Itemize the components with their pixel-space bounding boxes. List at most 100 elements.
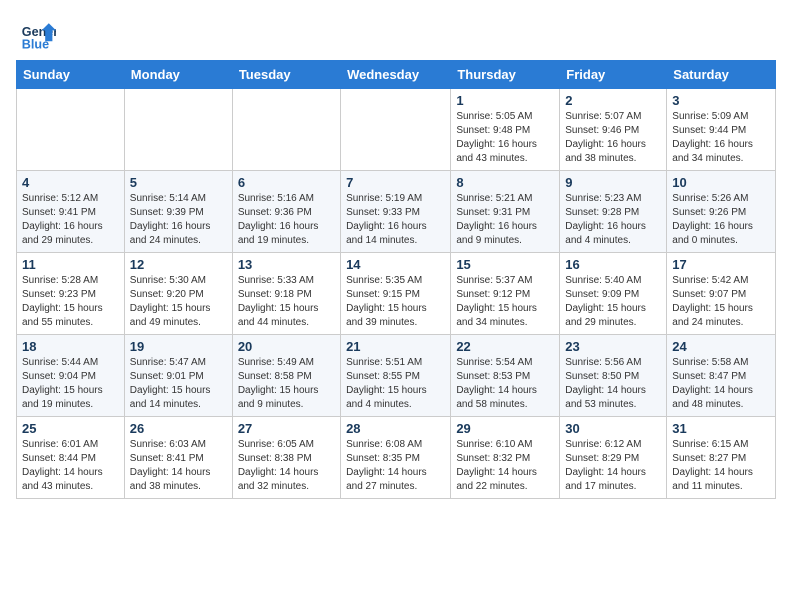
logo-icon: General Blue xyxy=(20,16,56,52)
day-number: 29 xyxy=(456,421,554,436)
calendar-cell: 7 Sunrise: 5:19 AM Sunset: 9:33 PM Daylig… xyxy=(341,171,451,253)
day-number: 20 xyxy=(238,339,335,354)
day-info: Sunrise: 5:23 AM Sunset: 9:28 PM Dayligh… xyxy=(565,192,661,248)
calendar-cell xyxy=(232,89,340,171)
day-info: Sunrise: 5:16 AM Sunset: 9:36 PM Dayligh… xyxy=(238,192,335,248)
day-number: 3 xyxy=(672,93,770,108)
day-number: 23 xyxy=(565,339,661,354)
day-number: 28 xyxy=(346,421,445,436)
day-number: 14 xyxy=(346,257,445,272)
day-info: Sunrise: 5:07 AM Sunset: 9:46 PM Dayligh… xyxy=(565,110,661,166)
day-info: Sunrise: 5:19 AM Sunset: 9:33 PM Dayligh… xyxy=(346,192,445,248)
calendar-cell: 13 Sunrise: 5:33 AM Sunset: 9:18 PM Dayli… xyxy=(232,253,340,335)
day-info: Sunrise: 5:35 AM Sunset: 9:15 PM Dayligh… xyxy=(346,274,445,330)
calendar-cell: 20 Sunrise: 5:49 AM Sunset: 8:58 PM Dayli… xyxy=(232,335,340,417)
calendar-week-4: 18 Sunrise: 5:44 AM Sunset: 9:04 PM Dayli… xyxy=(17,335,776,417)
day-info: Sunrise: 5:37 AM Sunset: 9:12 PM Dayligh… xyxy=(456,274,554,330)
calendar-cell: 3 Sunrise: 5:09 AM Sunset: 9:44 PM Daylig… xyxy=(667,89,776,171)
day-info: Sunrise: 5:49 AM Sunset: 8:58 PM Dayligh… xyxy=(238,356,335,412)
day-info: Sunrise: 5:09 AM Sunset: 9:44 PM Dayligh… xyxy=(672,110,770,166)
day-number: 25 xyxy=(22,421,119,436)
calendar-week-1: 1Sunrise: 5:05 AM Sunset: 9:48 PM Daylig… xyxy=(17,89,776,171)
day-number: 31 xyxy=(672,421,770,436)
day-number: 7 xyxy=(346,175,445,190)
weekday-header-monday: Monday xyxy=(124,61,232,89)
day-number: 16 xyxy=(565,257,661,272)
calendar-week-3: 11 Sunrise: 5:28 AM Sunset: 9:23 PM Dayli… xyxy=(17,253,776,335)
day-number: 22 xyxy=(456,339,554,354)
day-number: 17 xyxy=(672,257,770,272)
day-number: 21 xyxy=(346,339,445,354)
weekday-header-thursday: Thursday xyxy=(451,61,560,89)
calendar-cell: 26 Sunrise: 6:03 AM Sunset: 8:41 PM Dayli… xyxy=(124,417,232,499)
day-number: 8 xyxy=(456,175,554,190)
day-number: 5 xyxy=(130,175,227,190)
calendar-cell: 4Sunrise: 5:12 AM Sunset: 9:41 PM Daylig… xyxy=(17,171,125,253)
logo: General Blue xyxy=(20,16,62,52)
calendar-cell: 5 Sunrise: 5:14 AM Sunset: 9:39 PM Daylig… xyxy=(124,171,232,253)
day-info: Sunrise: 5:30 AM Sunset: 9:20 PM Dayligh… xyxy=(130,274,227,330)
day-info: Sunrise: 6:05 AM Sunset: 8:38 PM Dayligh… xyxy=(238,438,335,494)
calendar-week-5: 25 Sunrise: 6:01 AM Sunset: 8:44 PM Dayli… xyxy=(17,417,776,499)
day-info: Sunrise: 5:33 AM Sunset: 9:18 PM Dayligh… xyxy=(238,274,335,330)
calendar-cell xyxy=(341,89,451,171)
day-number: 24 xyxy=(672,339,770,354)
day-info: Sunrise: 6:08 AM Sunset: 8:35 PM Dayligh… xyxy=(346,438,445,494)
calendar-cell: 24Sunrise: 5:58 AM Sunset: 8:47 PM Dayli… xyxy=(667,335,776,417)
calendar-cell: 8Sunrise: 5:21 AM Sunset: 9:31 PM Daylig… xyxy=(451,171,560,253)
calendar-cell xyxy=(17,89,125,171)
calendar-cell: 17 Sunrise: 5:42 AM Sunset: 9:07 PM Dayli… xyxy=(667,253,776,335)
day-number: 9 xyxy=(565,175,661,190)
day-info: Sunrise: 6:10 AM Sunset: 8:32 PM Dayligh… xyxy=(456,438,554,494)
day-info: Sunrise: 6:01 AM Sunset: 8:44 PM Dayligh… xyxy=(22,438,119,494)
calendar-cell: 11 Sunrise: 5:28 AM Sunset: 9:23 PM Dayli… xyxy=(17,253,125,335)
calendar-cell: 30 Sunrise: 6:12 AM Sunset: 8:29 PM Dayli… xyxy=(560,417,667,499)
weekday-header-saturday: Saturday xyxy=(667,61,776,89)
day-number: 10 xyxy=(672,175,770,190)
calendar-cell xyxy=(124,89,232,171)
day-info: Sunrise: 5:54 AM Sunset: 8:53 PM Dayligh… xyxy=(456,356,554,412)
calendar-cell: 31 Sunrise: 6:15 AM Sunset: 8:27 PM Dayli… xyxy=(667,417,776,499)
calendar-cell: 27Sunrise: 6:05 AM Sunset: 8:38 PM Dayli… xyxy=(232,417,340,499)
calendar-wrapper: SundayMondayTuesdayWednesdayThursdayFrid… xyxy=(0,60,792,515)
day-number: 19 xyxy=(130,339,227,354)
day-info: Sunrise: 5:47 AM Sunset: 9:01 PM Dayligh… xyxy=(130,356,227,412)
calendar-cell: 18 Sunrise: 5:44 AM Sunset: 9:04 PM Dayli… xyxy=(17,335,125,417)
day-info: Sunrise: 5:05 AM Sunset: 9:48 PM Dayligh… xyxy=(456,110,554,166)
calendar-cell: 2 Sunrise: 5:07 AM Sunset: 9:46 PM Daylig… xyxy=(560,89,667,171)
day-number: 13 xyxy=(238,257,335,272)
calendar-cell: 22 Sunrise: 5:54 AM Sunset: 8:53 PM Dayli… xyxy=(451,335,560,417)
calendar-cell: 14 Sunrise: 5:35 AM Sunset: 9:15 PM Dayli… xyxy=(341,253,451,335)
day-info: Sunrise: 5:51 AM Sunset: 8:55 PM Dayligh… xyxy=(346,356,445,412)
day-info: Sunrise: 6:15 AM Sunset: 8:27 PM Dayligh… xyxy=(672,438,770,494)
calendar-table: SundayMondayTuesdayWednesdayThursdayFrid… xyxy=(16,60,776,499)
day-info: Sunrise: 5:14 AM Sunset: 9:39 PM Dayligh… xyxy=(130,192,227,248)
calendar-week-2: 4Sunrise: 5:12 AM Sunset: 9:41 PM Daylig… xyxy=(17,171,776,253)
day-info: Sunrise: 5:26 AM Sunset: 9:26 PM Dayligh… xyxy=(672,192,770,248)
calendar-cell: 12 Sunrise: 5:30 AM Sunset: 9:20 PM Dayli… xyxy=(124,253,232,335)
day-info: Sunrise: 5:42 AM Sunset: 9:07 PM Dayligh… xyxy=(672,274,770,330)
calendar-cell: 29 Sunrise: 6:10 AM Sunset: 8:32 PM Dayli… xyxy=(451,417,560,499)
day-number: 26 xyxy=(130,421,227,436)
day-number: 12 xyxy=(130,257,227,272)
day-info: Sunrise: 5:40 AM Sunset: 9:09 PM Dayligh… xyxy=(565,274,661,330)
day-number: 11 xyxy=(22,257,119,272)
day-number: 30 xyxy=(565,421,661,436)
calendar-cell: 19 Sunrise: 5:47 AM Sunset: 9:01 PM Dayli… xyxy=(124,335,232,417)
weekday-header-wednesday: Wednesday xyxy=(341,61,451,89)
weekday-header-friday: Friday xyxy=(560,61,667,89)
weekday-row: SundayMondayTuesdayWednesdayThursdayFrid… xyxy=(17,61,776,89)
calendar-cell: 1Sunrise: 5:05 AM Sunset: 9:48 PM Daylig… xyxy=(451,89,560,171)
day-info: Sunrise: 5:44 AM Sunset: 9:04 PM Dayligh… xyxy=(22,356,119,412)
day-number: 18 xyxy=(22,339,119,354)
day-number: 2 xyxy=(565,93,661,108)
day-info: Sunrise: 5:28 AM Sunset: 9:23 PM Dayligh… xyxy=(22,274,119,330)
calendar-header: SundayMondayTuesdayWednesdayThursdayFrid… xyxy=(17,61,776,89)
weekday-header-tuesday: Tuesday xyxy=(232,61,340,89)
day-info: Sunrise: 6:12 AM Sunset: 8:29 PM Dayligh… xyxy=(565,438,661,494)
calendar-cell: 6Sunrise: 5:16 AM Sunset: 9:36 PM Daylig… xyxy=(232,171,340,253)
day-number: 4 xyxy=(22,175,119,190)
calendar-cell: 9 Sunrise: 5:23 AM Sunset: 9:28 PM Daylig… xyxy=(560,171,667,253)
day-info: Sunrise: 6:03 AM Sunset: 8:41 PM Dayligh… xyxy=(130,438,227,494)
calendar-cell: 10 Sunrise: 5:26 AM Sunset: 9:26 PM Dayli… xyxy=(667,171,776,253)
